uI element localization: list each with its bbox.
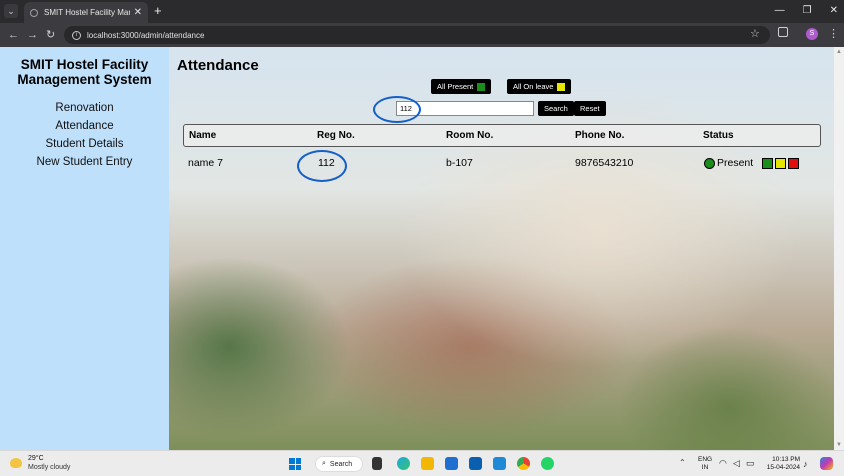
sidebar-nav: Renovation Attendance Student Details Ne… <box>0 99 169 171</box>
vscode-icon[interactable] <box>493 457 506 470</box>
address-bar[interactable]: i localhost:3000/admin/attendance <box>64 26 770 44</box>
back-icon[interactable]: ← <box>8 27 19 43</box>
tab-search-icon[interactable]: ⌄ <box>4 4 18 18</box>
window-controls: — ❐ ✕ <box>775 2 838 20</box>
brand-title: SMIT Hostel Facility Management System <box>0 57 169 87</box>
site-info-icon[interactable]: i <box>72 30 81 40</box>
chrome-icon[interactable] <box>517 457 530 470</box>
page-viewport: SMIT Hostel Facility Management System R… <box>0 47 844 450</box>
clock-date: 15-04-2024 <box>766 464 800 471</box>
search-button[interactable]: Search <box>538 101 574 116</box>
green-swatch-icon <box>477 82 486 91</box>
browser-toolbar: ← → ↻ i localhost:3000/admin/attendance … <box>0 23 844 47</box>
browser-menu-icon[interactable]: ⋮ <box>828 27 839 41</box>
search-button-label: Search <box>544 104 568 113</box>
weather-temperature: 29°C <box>28 455 44 462</box>
clock-time: 10:13 PM <box>772 456 800 463</box>
page-scrollbar[interactable]: ▲ ▼ <box>834 47 844 450</box>
reset-button[interactable]: Reset <box>574 101 606 116</box>
forward-icon[interactable]: → <box>27 27 38 43</box>
cell-room-no: b-107 <box>446 157 473 169</box>
battery-icon[interactable]: ▭ <box>746 458 755 469</box>
scroll-up-icon[interactable]: ▲ <box>836 49 842 55</box>
all-on-leave-button[interactable]: All On leave <box>507 79 572 94</box>
taskbar: 29°C Mostly cloudy ⌕ Search ⌃ ENG IN ◠ ◁… <box>0 450 844 476</box>
minimize-icon[interactable]: — <box>775 2 785 20</box>
taskbar-search-button[interactable]: ⌕ Search <box>315 456 363 472</box>
profile-avatar[interactable]: S <box>806 28 818 40</box>
tray-chevron-up-icon[interactable]: ⌃ <box>679 458 686 467</box>
windows-start-icon[interactable] <box>289 458 301 470</box>
status-present-dot-icon <box>704 158 715 169</box>
sidebar-item-renovation[interactable]: Renovation <box>0 99 169 117</box>
magnifier-icon: ⌕ <box>322 460 326 467</box>
table-header: Name Reg No. Room No. Phone No. Status <box>183 124 821 147</box>
sidebar: SMIT Hostel Facility Management System R… <box>0 47 169 450</box>
lang-line-2: IN <box>701 464 709 471</box>
cell-status: Present <box>717 157 754 169</box>
taskbar-search-label: Search <box>329 460 353 468</box>
browser-tab[interactable]: SMIT Hostel Facility Manageme ✕ <box>24 2 148 23</box>
browser-tab-bar: ⌄ SMIT Hostel Facility Manageme ✕ + — ❐ … <box>0 0 844 23</box>
bookmark-star-icon[interactable]: ☆ <box>750 27 760 40</box>
lang-line-1: ENG <box>698 456 713 463</box>
task-view-icon[interactable] <box>372 457 382 470</box>
cell-phone: 9876543210 <box>575 157 634 169</box>
language-indicator[interactable]: ENG IN <box>698 456 712 472</box>
annotation-circle-reg-no <box>297 150 347 182</box>
column-header-name: Name <box>189 130 217 141</box>
annotation-circle-search <box>373 96 421 123</box>
mark-absent-button[interactable] <box>788 158 799 169</box>
extensions-icon[interactable] <box>778 27 788 37</box>
wifi-icon[interactable]: ◠ <box>719 458 727 469</box>
edge-browser-icon[interactable] <box>397 457 410 470</box>
sidebar-item-student-details[interactable]: Student Details <box>0 135 169 153</box>
scroll-down-icon[interactable]: ▼ <box>836 442 842 448</box>
brand-line-1: SMIT Hostel Facility <box>20 57 149 72</box>
weather-description: Mostly cloudy <box>28 464 71 471</box>
restore-icon[interactable]: ❐ <box>803 2 812 20</box>
sidebar-item-new-student-entry[interactable]: New Student Entry <box>0 153 169 171</box>
reload-icon[interactable]: ↻ <box>46 27 55 43</box>
file-explorer-icon[interactable] <box>421 457 434 470</box>
brand-line-2: Management System <box>17 72 152 87</box>
mark-on-leave-button[interactable] <box>775 158 786 169</box>
whatsapp-icon[interactable] <box>541 457 554 470</box>
column-header-room-no: Room No. <box>446 130 494 141</box>
mail-icon[interactable] <box>445 457 458 470</box>
mark-present-button[interactable] <box>762 158 773 169</box>
new-tab-button[interactable]: + <box>154 3 162 19</box>
close-tab-icon[interactable]: ✕ <box>134 7 142 18</box>
cell-name: name 7 <box>188 157 224 169</box>
main-content: Attendance All Present All On leave 112 … <box>169 47 834 450</box>
url-text: localhost:3000/admin/attendance <box>87 30 205 40</box>
sidebar-item-attendance[interactable]: Attendance <box>0 117 169 135</box>
reset-button-label: Reset <box>580 104 600 113</box>
page-title: Attendance <box>177 57 259 74</box>
system-clock[interactable]: 10:13 PM 15-04-2024 <box>762 456 800 472</box>
notification-bell-icon[interactable]: ♪ <box>803 459 808 469</box>
volume-icon[interactable]: ◁ <box>733 458 740 469</box>
close-window-icon[interactable]: ✕ <box>830 2 838 20</box>
column-header-reg-no: Reg No. <box>317 130 355 141</box>
store-icon[interactable] <box>469 457 482 470</box>
globe-icon <box>30 8 38 17</box>
column-header-phone-no: Phone No. <box>575 130 625 141</box>
all-on-leave-label: All On leave <box>513 82 554 91</box>
column-header-status: Status <box>703 130 734 141</box>
copilot-icon[interactable] <box>820 457 833 470</box>
yellow-swatch-icon <box>557 82 566 91</box>
weather-cloud-icon[interactable] <box>10 458 22 468</box>
tab-title: SMIT Hostel Facility Manageme <box>44 8 130 17</box>
all-present-button[interactable]: All Present <box>431 79 492 94</box>
all-present-label: All Present <box>437 82 474 91</box>
